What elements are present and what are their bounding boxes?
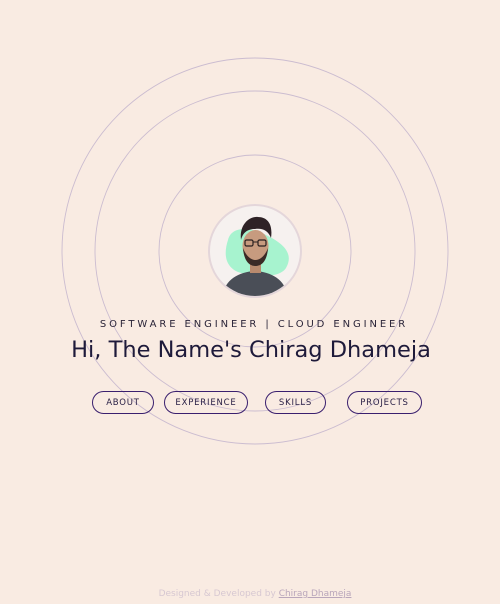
skills-button[interactable]: SKILLS: [265, 391, 326, 414]
footer-prefix: Designed & Developed by: [158, 589, 279, 599]
decorative-rings: [61, 57, 449, 445]
projects-button[interactable]: PROJECTS: [347, 391, 422, 414]
avatar: [208, 204, 302, 298]
about-button[interactable]: ABOUT: [92, 391, 154, 414]
page-title: Hi, The Name's Chirag Dhameja: [71, 337, 431, 363]
job-title: SOFTWARE ENGINEER | CLOUD ENGINEER: [99, 319, 409, 330]
profile-photo: [222, 216, 289, 296]
author-link[interactable]: Chirag Dhameja: [279, 589, 352, 599]
footer-credit: Designed & Developed by Chirag Dhameja: [0, 589, 500, 599]
experience-button[interactable]: EXPERIENCE: [164, 391, 248, 414]
